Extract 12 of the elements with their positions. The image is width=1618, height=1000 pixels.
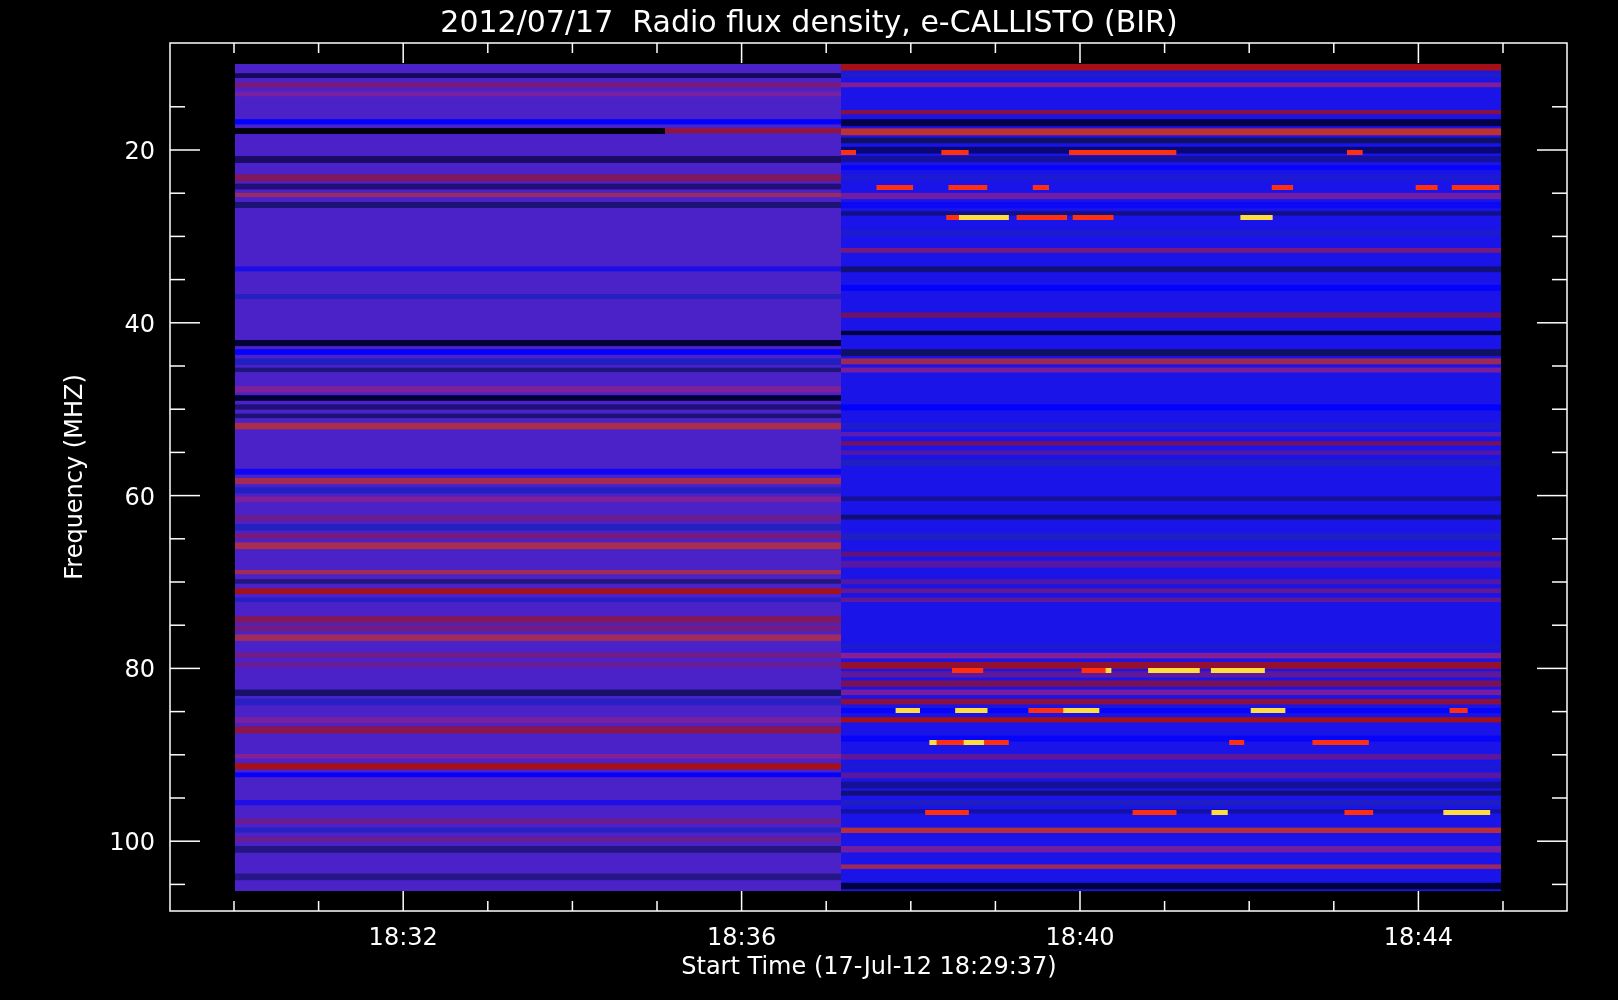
x-axis-label: Start Time (17-Jul-12 18:29:37) <box>681 952 1057 980</box>
y-tick-label: 100 <box>109 828 155 857</box>
y-tick-label: 80 <box>124 655 155 684</box>
y-tick-label: 20 <box>124 137 155 165</box>
x-tick-label: 18:44 <box>1383 923 1453 951</box>
y-tick-label: 60 <box>124 482 155 511</box>
y-axis-label: Frequency (MHZ) <box>60 374 88 580</box>
x-tick-label: 18:32 <box>368 923 438 951</box>
chart-title: 2012/07/17 Radio flux density, e-CALLISTO (BIR) <box>440 4 1178 39</box>
y-tick-label: 40 <box>124 309 155 338</box>
x-tick-label: 18:40 <box>1045 923 1115 951</box>
x-tick-label: 18:36 <box>707 923 777 951</box>
